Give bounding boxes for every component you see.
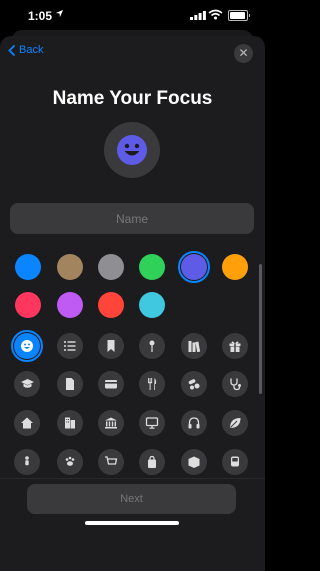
icon-option-credit-card[interactable] xyxy=(98,371,124,397)
cart-icon xyxy=(105,456,118,465)
wifi-icon xyxy=(208,9,223,20)
color-swatch-indigo[interactable] xyxy=(181,254,207,280)
icon-option-house[interactable] xyxy=(14,410,40,436)
icon-option-bank[interactable] xyxy=(98,410,124,436)
person-icon xyxy=(25,456,29,466)
battery-icon xyxy=(228,10,250,21)
icon-option-leaf[interactable] xyxy=(222,410,248,436)
icon-option-smiley[interactable] xyxy=(14,333,40,359)
icon-option-books[interactable] xyxy=(181,333,207,359)
color-swatch-green[interactable] xyxy=(139,254,165,280)
headphones-icon xyxy=(188,417,200,429)
back-label: Back xyxy=(19,44,44,56)
box-icon xyxy=(188,456,200,468)
icon-option-building[interactable] xyxy=(57,410,83,436)
tram-icon xyxy=(231,456,239,467)
icon-option-graduation-cap[interactable] xyxy=(14,371,40,397)
list-icon xyxy=(64,341,76,351)
page-title: Name Your Focus xyxy=(52,88,213,109)
chevron-left-icon xyxy=(8,44,15,56)
color-swatch-gray[interactable] xyxy=(98,254,124,280)
leaf-icon xyxy=(230,418,241,428)
close-button[interactable]: ✕ xyxy=(234,44,253,63)
icon-option-pills[interactable] xyxy=(181,371,207,397)
icon-option-pin[interactable] xyxy=(139,333,165,359)
icon-option-gift[interactable] xyxy=(222,333,248,359)
close-icon: ✕ xyxy=(238,46,249,60)
icon-option-paw[interactable] xyxy=(57,449,83,475)
gift-icon xyxy=(229,341,241,352)
bag-icon xyxy=(148,455,156,468)
icon-option-monitor[interactable] xyxy=(139,410,165,436)
smiley-face-icon xyxy=(117,135,147,165)
pills-icon xyxy=(188,379,200,390)
building-icon xyxy=(65,417,75,429)
color-swatch-pink[interactable] xyxy=(15,292,41,318)
icon-option-list[interactable] xyxy=(57,333,83,359)
icon-option-headphones[interactable] xyxy=(181,410,207,436)
monitor-icon xyxy=(145,417,159,429)
status-time: 1:05 xyxy=(28,9,53,23)
color-swatch-purple[interactable] xyxy=(57,292,83,318)
color-swatch-brown[interactable] xyxy=(57,254,83,280)
fork-knife-icon xyxy=(148,378,157,390)
home-indicator[interactable] xyxy=(85,521,179,525)
icon-option-stethoscope[interactable] xyxy=(222,371,248,397)
icon-option-bag[interactable] xyxy=(139,449,165,475)
document-icon xyxy=(66,378,74,390)
bank-icon xyxy=(105,417,117,429)
icon-option-document[interactable] xyxy=(57,371,83,397)
icon-option-person[interactable] xyxy=(14,449,40,475)
color-swatch-teal[interactable] xyxy=(139,292,165,318)
icon-option-fork-knife[interactable] xyxy=(139,371,165,397)
smiley-face-icon xyxy=(21,340,33,352)
credit-card-icon xyxy=(105,380,117,389)
cellular-signal-icon xyxy=(190,11,206,20)
location-arrow-icon xyxy=(55,9,64,18)
focus-icon-preview xyxy=(104,122,160,178)
icon-option-cart[interactable] xyxy=(98,449,124,475)
pin-icon xyxy=(149,340,155,352)
back-button[interactable]: Back xyxy=(8,44,43,56)
bookmark-icon xyxy=(107,340,115,352)
stethoscope-icon xyxy=(230,378,241,391)
icon-option-box[interactable] xyxy=(181,449,207,475)
color-swatch-orange[interactable] xyxy=(222,254,248,280)
color-swatch-blue[interactable] xyxy=(15,254,41,280)
graduation-cap-icon xyxy=(20,379,34,388)
scrollbar[interactable] xyxy=(259,264,262,394)
next-button-visible[interactable]: Next xyxy=(27,484,236,514)
status-bar: 1:05 xyxy=(0,0,265,30)
house-icon xyxy=(21,417,33,429)
icon-option-tram[interactable] xyxy=(222,449,248,475)
icon-option-bookmark[interactable] xyxy=(98,333,124,359)
paw-icon xyxy=(65,456,75,466)
focus-name-input[interactable] xyxy=(10,203,254,234)
color-swatch-red[interactable] xyxy=(98,292,124,318)
books-icon xyxy=(188,341,201,353)
